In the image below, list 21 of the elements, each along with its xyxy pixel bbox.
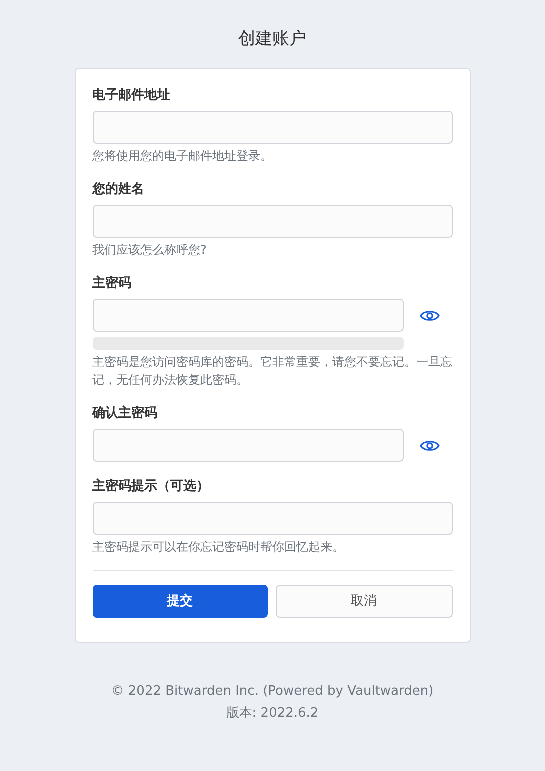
input-field[interactable]	[92, 299, 404, 332]
field-hint: 主密码提示可以在你忘记密码时帮你回忆起来。	[92, 539, 346, 556]
input-field[interactable]	[92, 111, 452, 144]
field-hint: 我们应该怎么称呼您?	[92, 242, 208, 259]
footer-text: 版本: 2022.6.2	[226, 705, 319, 723]
page-title: 创建账户	[238, 28, 306, 50]
eye-icon[interactable]	[420, 438, 440, 452]
field-label: 您的姓名	[92, 181, 146, 198]
submit-button[interactable]: 提交	[92, 585, 268, 618]
eye-icon[interactable]	[420, 308, 440, 322]
cancel-button[interactable]: 取消	[276, 585, 452, 618]
field-label: 主密码提示（可选）	[92, 478, 210, 495]
field-label: 确认主密码	[92, 405, 158, 422]
input-field[interactable]	[92, 429, 404, 462]
field-label: 电子邮件地址	[92, 87, 172, 104]
input-field[interactable]	[92, 502, 452, 535]
field-label: 主密码	[92, 275, 132, 292]
field-hint: 主密码是您访问密码库的密码。它非常重要，请您不要忘记。一旦忘记，无任何办法恢复此密码。	[92, 354, 452, 389]
field-hint: 您将使用您的电子邮件地址登录。	[92, 148, 274, 165]
input-field[interactable]	[92, 205, 452, 238]
footer-text: © 2022 Bitwarden Inc. (Powered by Vaultwarden)	[111, 683, 434, 701]
